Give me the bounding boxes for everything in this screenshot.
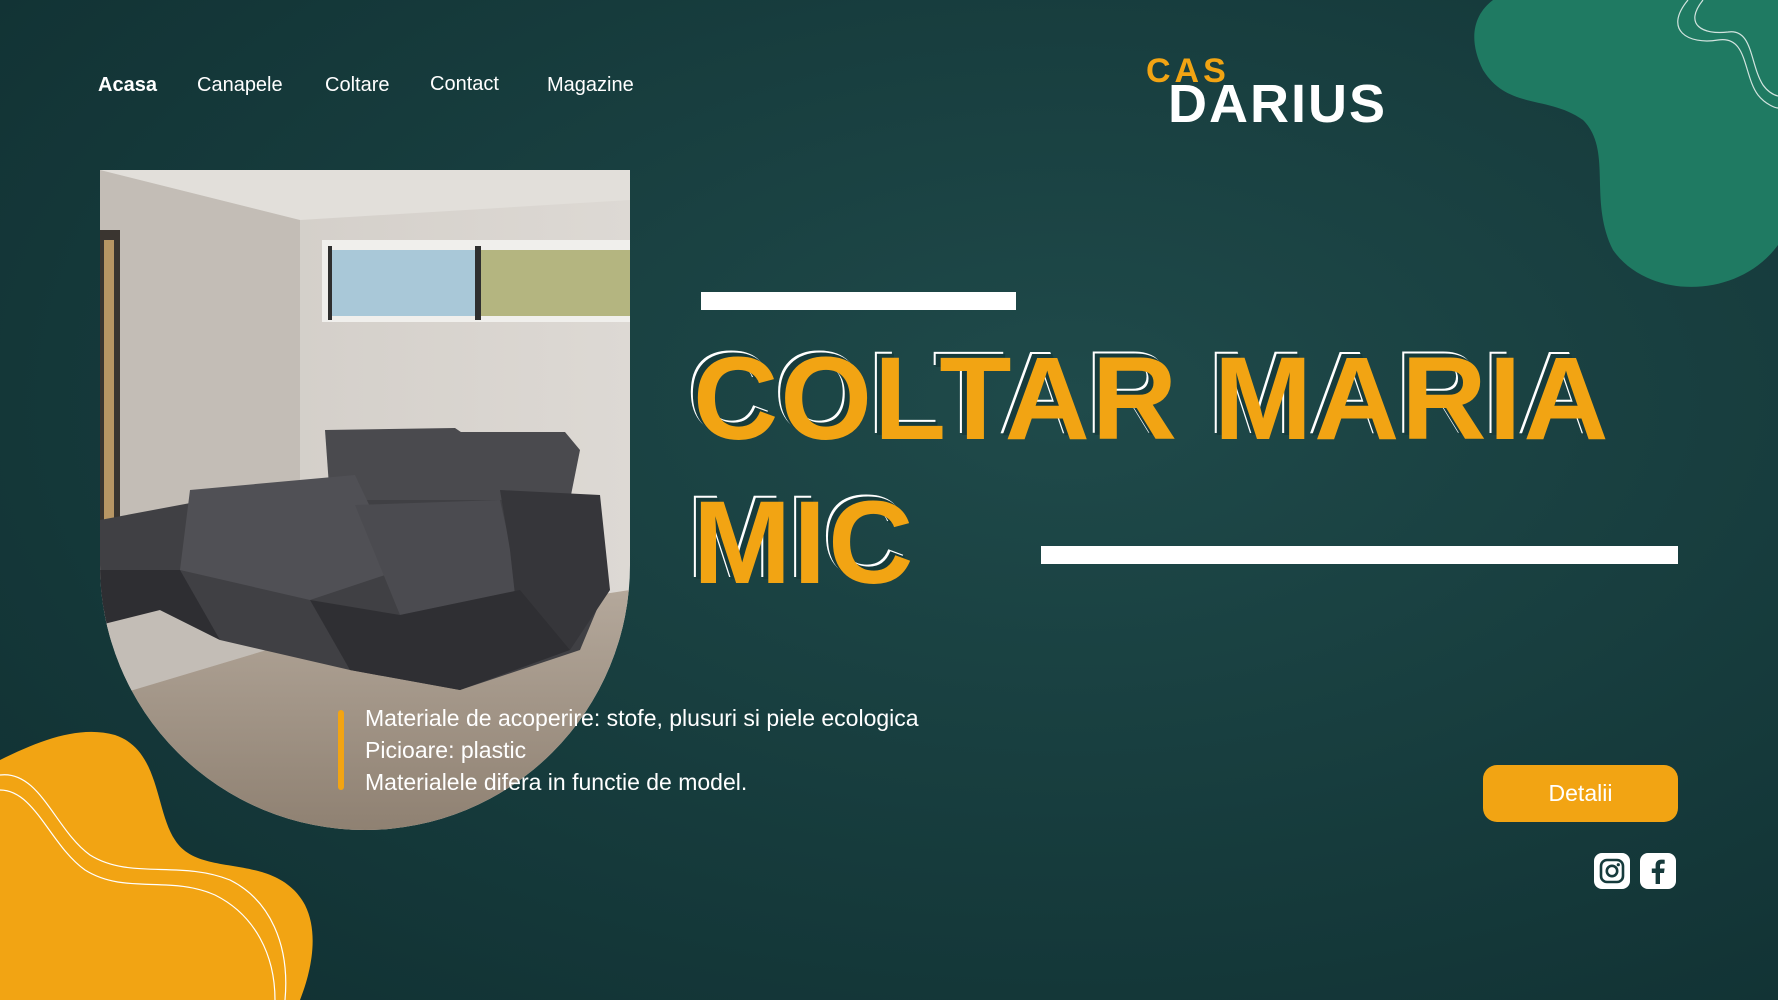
nav-item-coltare[interactable]: Coltare [325,74,389,97]
decorative-blob-top-right [1474,0,1778,287]
details-button[interactable]: Detalii [1483,765,1678,822]
logo-text-main: DARIUS [1168,74,1388,134]
brand-logo[interactable]: CAS DARIUS [1144,52,1385,134]
nav-item-contact[interactable]: Contact [430,73,499,96]
instagram-icon[interactable] [1594,853,1630,889]
facebook-icon[interactable] [1640,853,1676,889]
nav-item-magazine[interactable]: Magazine [547,74,634,97]
description-line: Materiale de acoperire: stofe, plusuri s… [365,705,919,731]
headline-line-1: COLTAR MARIA [693,333,1611,465]
description-line: Picioare: plastic [365,737,527,763]
headline-bar-bottom [1041,546,1678,564]
description-line: Materialele difera in functie de model. [365,769,748,795]
product-description: Materiale de acoperire: stofe, plusuri s… [365,702,919,798]
headline-line-2: MIC [693,477,916,609]
nav-item-acasa[interactable]: Acasa [98,74,157,97]
nav-item-canapele[interactable]: Canapele [197,74,283,97]
headline-bar-top [701,292,1016,310]
description-accent-line [338,710,344,790]
